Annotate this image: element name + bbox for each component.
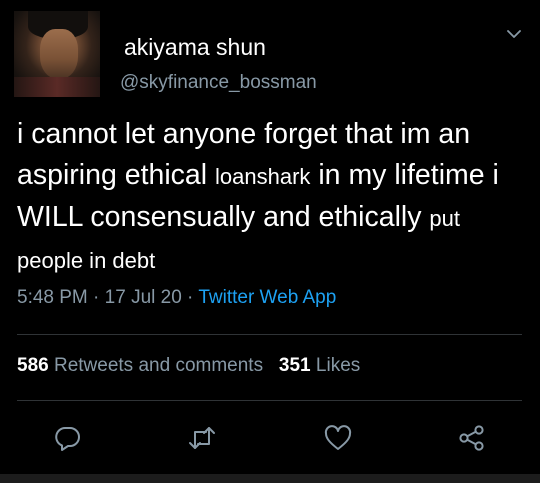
divider [17, 334, 522, 335]
tweet-card: akiyama shun @skyfinance_bossman i canno… [0, 0, 540, 483]
avatar-shirt [14, 77, 100, 97]
bottom-edge [0, 474, 540, 483]
share-icon[interactable] [457, 423, 487, 453]
retweet-icon[interactable] [187, 423, 217, 453]
tweet-source-link[interactable]: Twitter Web App [198, 287, 336, 308]
retweets-label[interactable]: Retweets and comments [54, 355, 263, 376]
meta-separator: · [87, 287, 105, 308]
reply-icon[interactable] [53, 423, 83, 453]
likes-label[interactable]: Likes [316, 355, 360, 376]
meta-separator: · [181, 287, 199, 308]
tweet-stats: 586 Retweets and comments 351 Likes [17, 355, 360, 377]
tweet-text: i cannot let anyone forget that im an as… [17, 114, 532, 281]
likes-count[interactable]: 351 [279, 355, 311, 376]
tweet-text-segment-small: loanshark [215, 164, 311, 189]
avatar-face [40, 29, 78, 79]
retweets-count[interactable]: 586 [17, 355, 49, 376]
chevron-down-icon[interactable] [504, 24, 524, 44]
tweet-time[interactable]: 5:48 PM [17, 287, 88, 308]
tweet-meta: 5:48 PM · 17 Jul 20 · Twitter Web App [17, 287, 336, 309]
divider [17, 400, 522, 401]
user-handle[interactable]: @skyfinance_bossman [120, 72, 317, 94]
avatar[interactable] [14, 11, 100, 97]
display-name[interactable]: akiyama shun [124, 34, 266, 61]
tweet-actions [0, 423, 540, 455]
tweet-date[interactable]: 17 Jul 20 [105, 287, 182, 308]
heart-icon[interactable] [323, 423, 353, 453]
